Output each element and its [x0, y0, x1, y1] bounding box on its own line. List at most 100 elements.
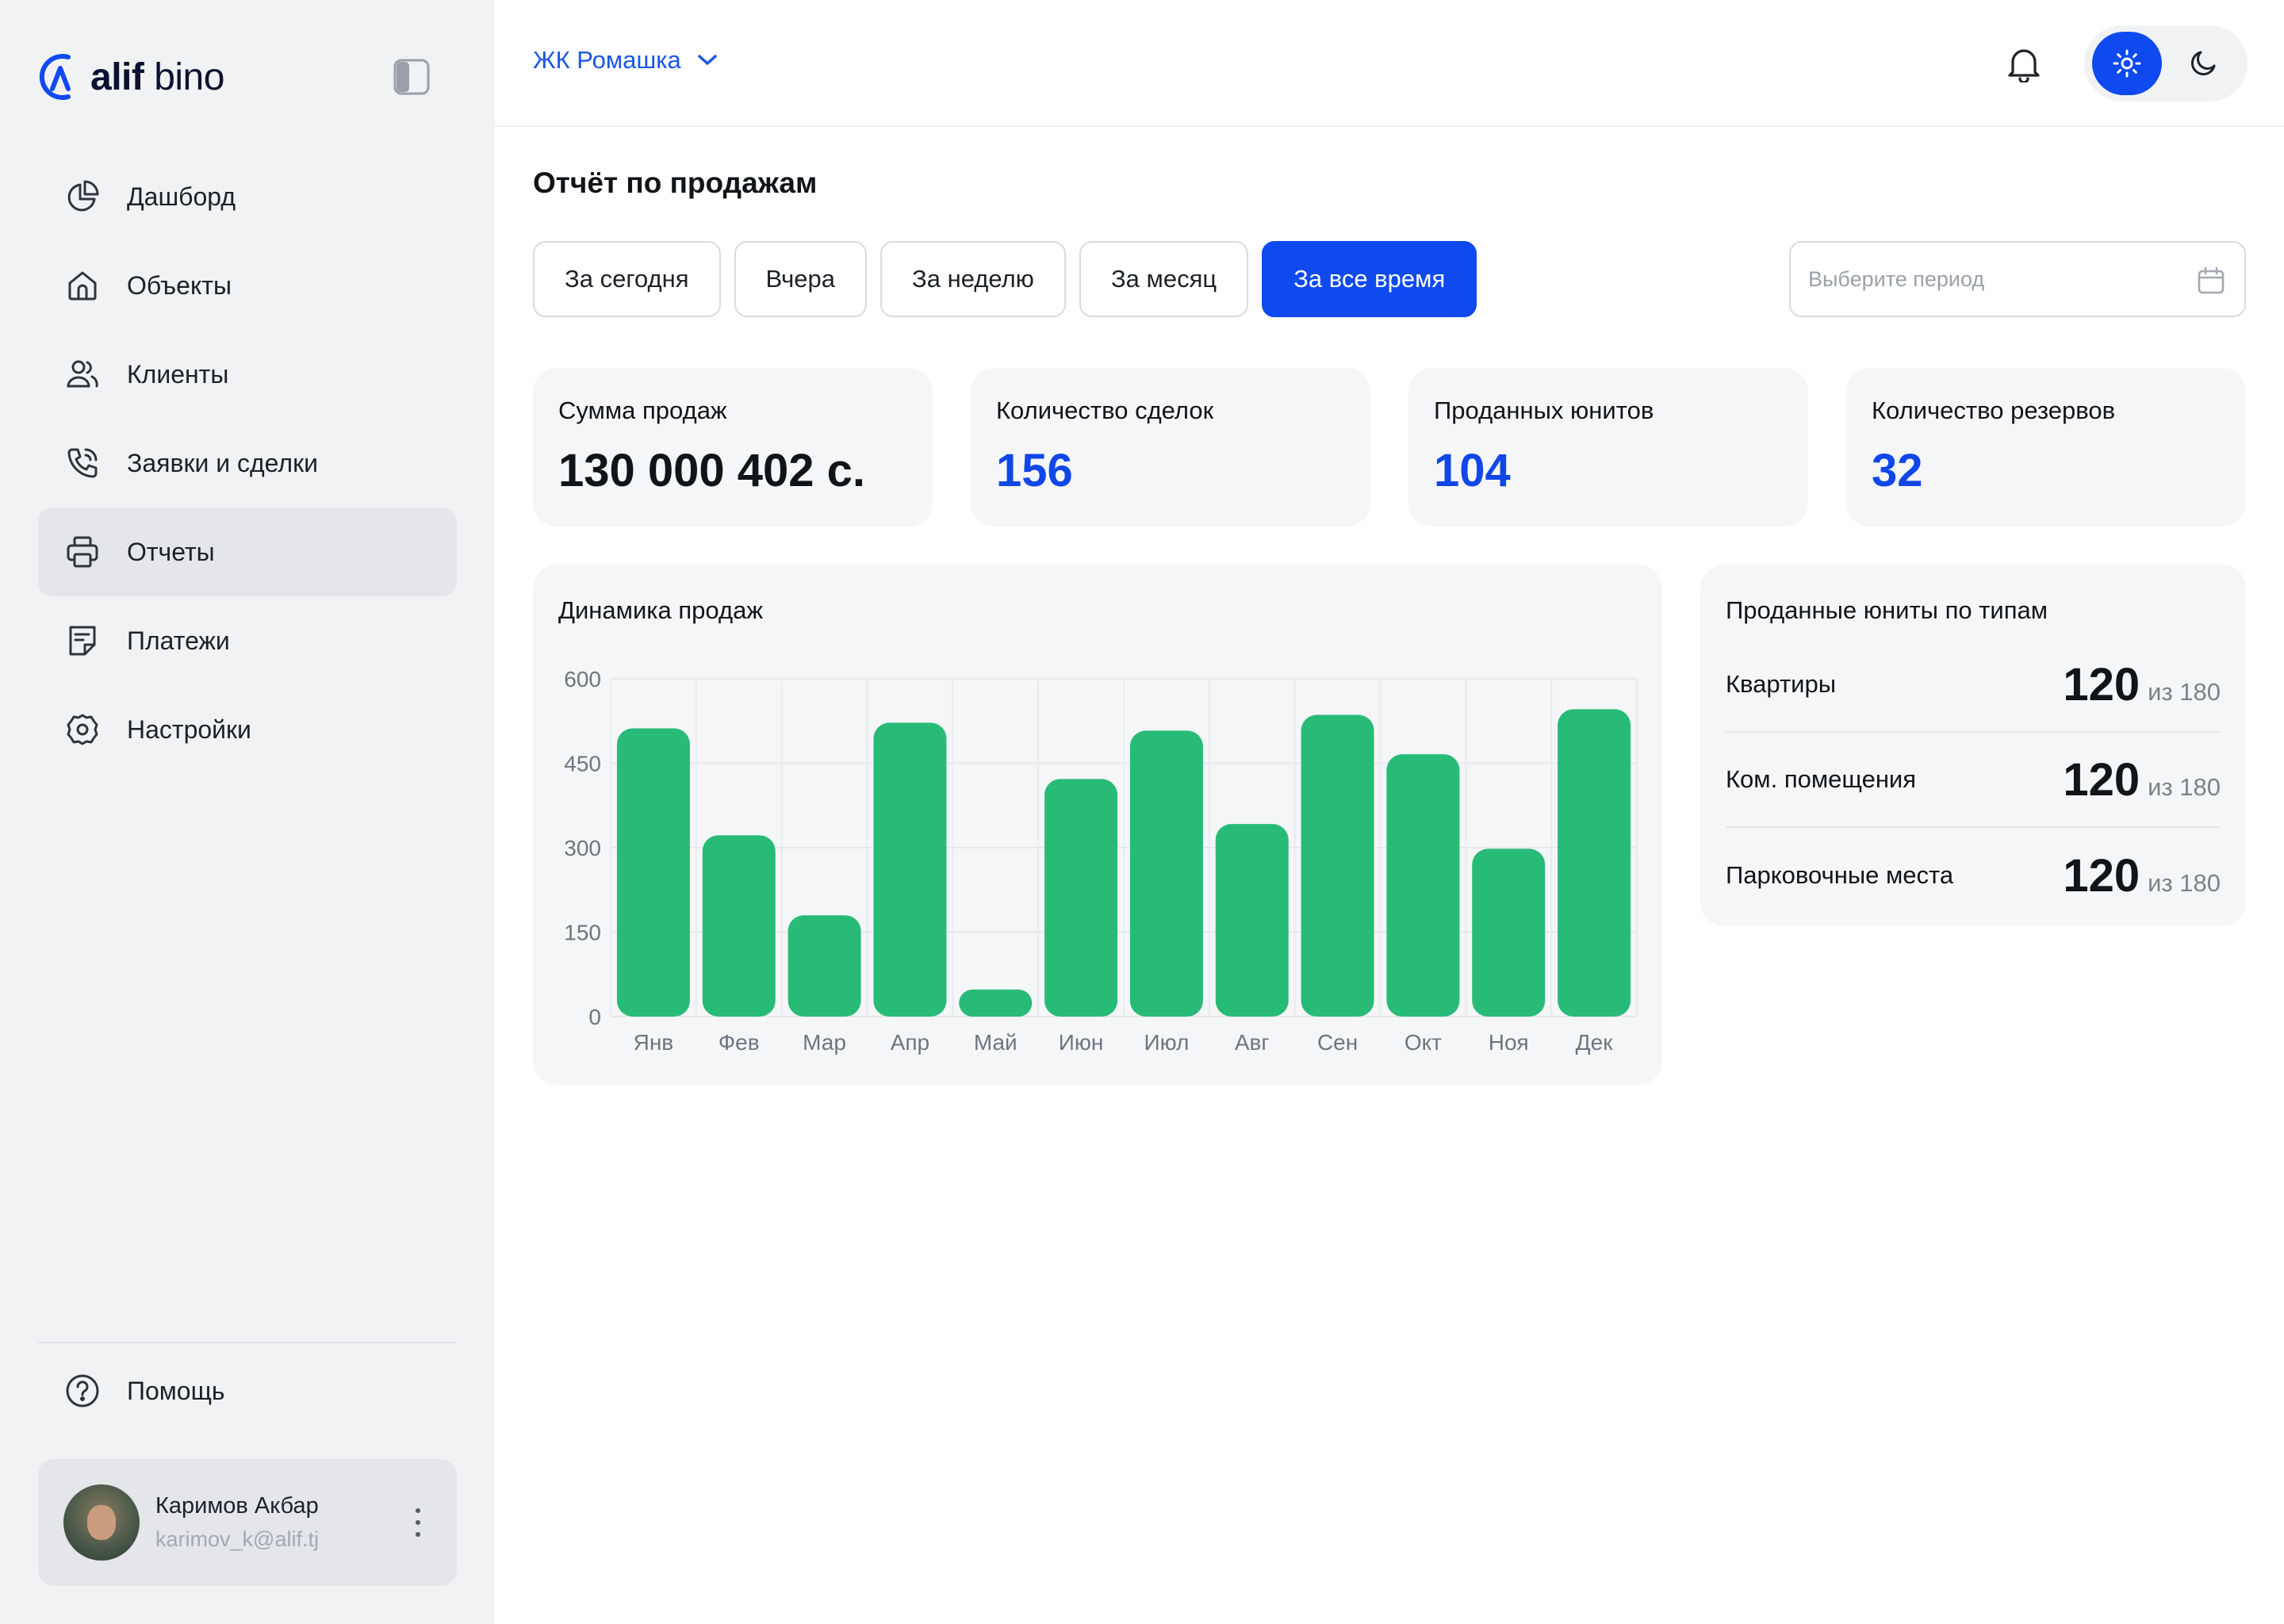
- stat-value: 104: [1434, 445, 1511, 496]
- stat-label: Количество сделок: [996, 396, 1214, 424]
- home-icon: [65, 268, 100, 303]
- project-selector[interactable]: ЖК Ромашка: [533, 46, 718, 75]
- x-tick-label: Апр: [891, 1030, 929, 1055]
- chevron-down-icon: [698, 55, 717, 65]
- stat-value: 156: [996, 445, 1073, 496]
- sidebar-item-label: Дашборд: [127, 182, 236, 211]
- sidebar-item-label: Платежи: [127, 626, 230, 655]
- calendar-icon[interactable]: [2197, 266, 2225, 295]
- stat-card-reserves-count: Количество резервов 32: [1846, 368, 2246, 527]
- stat-label: Проданных юнитов: [1434, 396, 1654, 424]
- stat-label: Сумма продаж: [558, 396, 727, 424]
- chart-bar-Янв[interactable]: [616, 728, 690, 1017]
- y-tick-label: 150: [564, 921, 601, 945]
- x-tick-label: Окт: [1405, 1030, 1442, 1055]
- x-tick-label: Янв: [634, 1030, 674, 1055]
- chart-bar-Июл[interactable]: [1129, 730, 1203, 1017]
- unit-type-row-commercial: Ком. помещения 120 из 180: [1726, 733, 2221, 828]
- brand-logo[interactable]: alif bino: [36, 49, 224, 105]
- sidebar-collapse-icon[interactable]: [393, 59, 430, 95]
- chart-bar-Фев[interactable]: [702, 835, 776, 1017]
- stat-card-deals-count: Количество сделок 156: [971, 368, 1370, 527]
- y-tick-label: 600: [564, 667, 601, 691]
- theme-toggle[interactable]: [2084, 25, 2248, 102]
- sidebar: alif bino Дашборд Объекты Клиенты Заявки…: [0, 0, 495, 1624]
- chart-bar-Дек[interactable]: [1558, 709, 1631, 1017]
- unit-type-count: 120: [2063, 753, 2140, 806]
- sidebar-item-payments[interactable]: Платежи: [38, 596, 457, 685]
- help-link[interactable]: Помощь: [38, 1346, 457, 1435]
- x-tick-label: Июл: [1144, 1030, 1189, 1055]
- sales-dynamics-card: Динамика продаж 0 150 300 450 600 Янв Фев Мар Ап…: [533, 565, 1662, 1085]
- sidebar-item-label: Объекты: [127, 270, 232, 300]
- sidebar-item-clients[interactable]: Клиенты: [38, 330, 457, 419]
- chart-bar-Окт[interactable]: [1386, 754, 1460, 1017]
- x-tick-label: Мар: [803, 1030, 846, 1055]
- units-by-type-card: Проданные юниты по типам Квартиры 120 из…: [1700, 565, 2246, 926]
- receipt-icon: [65, 623, 100, 658]
- chart-bar-Июн[interactable]: [1044, 779, 1118, 1017]
- period-picker[interactable]: [1789, 241, 2246, 317]
- chart-bar-Май[interactable]: [959, 989, 1033, 1017]
- light-theme-button[interactable]: [2092, 32, 2162, 95]
- sidebar-item-settings[interactable]: Настройки: [38, 685, 457, 774]
- sidebar-item-label: Клиенты: [127, 359, 229, 389]
- sidebar-item-dashboard[interactable]: Дашборд: [38, 152, 457, 241]
- top-bar: ЖК Ромашка: [495, 0, 2284, 127]
- alif-logo-icon: [39, 54, 71, 100]
- sidebar-nav: Дашборд Объекты Клиенты Заявки и сделки …: [38, 152, 457, 774]
- chart-bar-Апр[interactable]: [873, 722, 947, 1017]
- users-icon: [65, 357, 100, 392]
- chart-bar-Ноя[interactable]: [1472, 848, 1546, 1017]
- user-name: Каримов Акбар: [155, 1493, 319, 1519]
- unit-type-row-apartments: Квартиры 120 из 180: [1726, 638, 2221, 733]
- phone-icon: [65, 446, 100, 481]
- x-tick-label: Фев: [719, 1030, 760, 1055]
- stat-card-units-sold: Проданных юнитов 104: [1408, 368, 1808, 527]
- unit-type-count: 120: [2063, 658, 2140, 710]
- sun-icon: [2113, 49, 2141, 78]
- unit-type-total: из 180: [2148, 772, 2221, 801]
- moon-icon: [2190, 51, 2216, 76]
- dark-theme-button[interactable]: [2168, 32, 2238, 95]
- chart-bar-Авг[interactable]: [1215, 824, 1289, 1017]
- filter-yesterday-button[interactable]: Вчера: [734, 241, 868, 317]
- user-profile-card[interactable]: Каримов Акбар karimov_k@alif.tj: [38, 1459, 457, 1586]
- filter-week-button[interactable]: За неделю: [880, 241, 1066, 317]
- period-input[interactable]: [1808, 266, 2173, 292]
- filter-month-button[interactable]: За месяц: [1079, 241, 1249, 317]
- unit-type-label: Квартиры: [1726, 670, 1837, 698]
- x-tick-label: Ноя: [1489, 1030, 1529, 1055]
- project-name: ЖК Ромашка: [533, 46, 681, 74]
- page-title: Отчёт по продажам: [533, 167, 818, 199]
- period-filter-group: За сегодня Вчера За неделю За месяц За в…: [533, 241, 1477, 317]
- filter-today-button[interactable]: За сегодня: [533, 241, 721, 317]
- avatar: [63, 1484, 140, 1561]
- stat-card-sales-sum: Сумма продаж 130 000 402 с.: [533, 368, 933, 527]
- y-tick-label: 0: [588, 1005, 601, 1029]
- filter-all-time-button[interactable]: За все время: [1262, 241, 1477, 317]
- unit-type-value: 120 из 180: [2063, 658, 2221, 711]
- y-tick-label: 300: [564, 836, 601, 860]
- x-tick-label: Авг: [1235, 1030, 1270, 1055]
- sales-bar-chart: 0 150 300 450 600 Янв Фев Мар Апр Май Июн Июл Авг Сен…: [564, 667, 1638, 1055]
- notifications-bell-icon[interactable]: [2006, 46, 2041, 84]
- x-tick-label: Сен: [1317, 1030, 1358, 1055]
- chart-bar-Сен[interactable]: [1301, 714, 1374, 1017]
- unit-type-label: Ком. помещения: [1726, 765, 1917, 793]
- sidebar-item-reports[interactable]: Отчеты: [38, 508, 457, 596]
- stats-row: Сумма продаж 130 000 402 с. Количество с…: [533, 368, 2246, 527]
- help-label: Помощь: [127, 1376, 225, 1405]
- sidebar-item-label: Отчеты: [127, 537, 215, 566]
- gear-icon: [65, 712, 100, 747]
- unit-type-count: 120: [2063, 849, 2140, 902]
- help-circle-icon: [65, 1373, 100, 1408]
- chart-bar-Мар[interactable]: [788, 915, 861, 1017]
- more-vertical-icon[interactable]: [414, 1508, 422, 1537]
- unit-type-label: Парковочные места: [1726, 861, 1954, 889]
- x-tick-label: Июн: [1059, 1030, 1104, 1055]
- sidebar-item-objects[interactable]: Объекты: [38, 241, 457, 330]
- unit-type-value: 120 из 180: [2063, 849, 2221, 902]
- unit-type-row-parking: Парковочные места 120 из 180: [1726, 828, 2221, 923]
- sidebar-item-requests-deals[interactable]: Заявки и сделки: [38, 419, 457, 508]
